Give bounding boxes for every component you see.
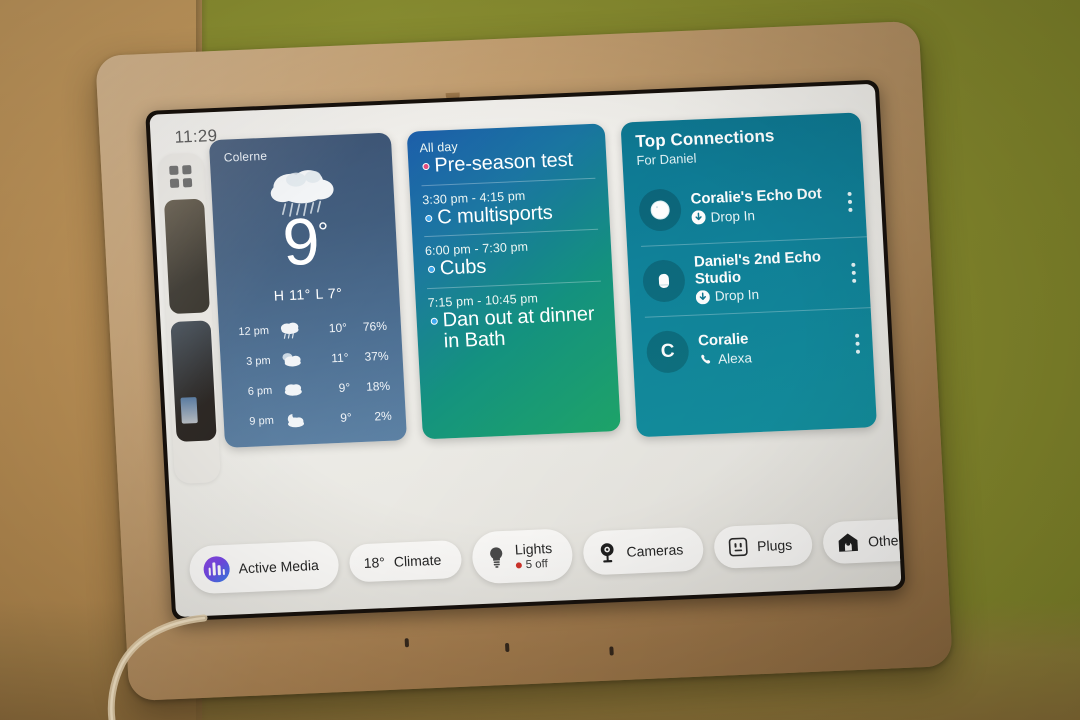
light-bulb-icon xyxy=(489,547,503,568)
letter-avatar: C xyxy=(645,329,690,374)
chip-cameras[interactable]: Cameras xyxy=(582,526,705,576)
calendar-card[interactable]: All day Pre-season test 3:30 pm - 4:15 p… xyxy=(406,123,621,440)
chip-label: Lights xyxy=(514,540,553,558)
hourly-forecast-list: 12 pm 10° 76% 3 pm 11° 37% 6 pm 9° 18% 9… xyxy=(228,311,396,438)
status-dot xyxy=(515,561,522,569)
chip-active-media[interactable]: Active Media xyxy=(188,540,340,595)
photo-widget-card[interactable] xyxy=(170,320,217,442)
chip-label: Active Media xyxy=(238,556,320,577)
rain-icon xyxy=(269,320,312,340)
connection-action-label: Drop In xyxy=(710,207,756,225)
weather-high-low: H 11° L 7° xyxy=(273,284,343,304)
smart-display-device: 11:29 Colerne 9° H 11° L 7° 12 pm 10° 76… xyxy=(145,79,906,622)
partly-cloudy-icon xyxy=(270,350,313,370)
calendar-event[interactable]: All day Pre-season test xyxy=(419,134,595,185)
chip-status-label: 5 off xyxy=(525,557,549,571)
hourly-precip: 76% xyxy=(362,318,388,334)
connection-action-label: Alexa xyxy=(717,350,753,367)
event-title: Cubs xyxy=(439,255,487,280)
mount-screw xyxy=(609,646,614,656)
chip-lights[interactable]: Lights 5 off xyxy=(470,528,574,584)
event-title: Pre-season test xyxy=(433,148,574,177)
calendar-event[interactable]: 3:30 pm - 4:15 pm C multisports xyxy=(421,177,599,237)
connection-name: Daniel's 2nd Echo Studio xyxy=(693,247,822,288)
power-cable xyxy=(107,614,208,720)
echo-studio-icon xyxy=(641,259,687,303)
connection-info: Daniel's 2nd Echo Studio Drop In xyxy=(694,248,849,305)
hourly-precip: 2% xyxy=(374,408,393,424)
chip-status: 5 off xyxy=(515,557,553,571)
hourly-time: 9 pm xyxy=(249,414,275,428)
hourly-temp: 11° xyxy=(330,350,349,366)
wall-mount-frame: 11:29 Colerne 9° H 11° L 7° 12 pm 10° 76… xyxy=(95,20,953,702)
event-color-dot xyxy=(430,317,438,325)
photo-widget-card[interactable] xyxy=(163,198,210,315)
weather-temperature: 9° xyxy=(280,203,329,280)
home-icon xyxy=(838,533,858,552)
chip-label: Cameras xyxy=(626,541,684,560)
hourly-time: 3 pm xyxy=(245,354,271,368)
device-shortcut-bar: Active Media 18° Climate Lights 5 off Ca… xyxy=(182,502,902,608)
chip-label: Plugs xyxy=(756,536,793,555)
calendar-event[interactable]: 7:15 pm - 10:45 pm Dan out at dinner in … xyxy=(426,280,605,361)
screen[interactable]: 11:29 Colerne 9° H 11° L 7° 12 pm 10° 76… xyxy=(149,83,902,618)
hourly-temp: 9° xyxy=(339,410,353,425)
hourly-row: 9 pm 9° 2% xyxy=(233,401,396,438)
chip-other[interactable]: Other xyxy=(821,518,902,565)
weather-card[interactable]: Colerne 9° H 11° L 7° 12 pm 10° 76% 3 pm… xyxy=(208,132,408,448)
widget-row: Colerne 9° H 11° L 7° 12 pm 10° 76% 3 pm… xyxy=(208,112,894,470)
connection-action-label: Drop In xyxy=(714,287,760,305)
hourly-time: 12 pm xyxy=(238,324,270,339)
cloudy-icon xyxy=(272,380,315,400)
photo-scene: 11:29 Colerne 9° H 11° L 7° 12 pm 10° 76… xyxy=(0,0,1080,720)
status-clock: 11:29 xyxy=(174,125,218,147)
media-equalizer-icon xyxy=(202,555,231,583)
echo-dot-icon xyxy=(638,188,683,232)
top-connections-card[interactable]: Top Connections For Daniel Coralie's Ech… xyxy=(620,112,878,438)
event-color-dot xyxy=(425,214,433,222)
connection-row[interactable]: C Coralie Alexa xyxy=(644,307,875,388)
connections-list: Coralie's Echo Dot Drop In Daniel's 2nd … xyxy=(637,166,875,388)
hourly-temp: 9° xyxy=(338,380,351,395)
phone-icon xyxy=(701,355,711,364)
weather-location: Colerne xyxy=(223,148,268,165)
apps-grid-icon[interactable] xyxy=(169,165,193,188)
power-outlet-icon xyxy=(728,537,748,557)
chip-climate[interactable]: 18° Climate xyxy=(348,539,463,583)
drop-in-icon xyxy=(695,290,710,305)
temperature-value: 18° xyxy=(363,554,386,572)
drop-in-icon xyxy=(691,210,706,225)
chip-text-group: Lights 5 off xyxy=(514,540,553,571)
hourly-time: 6 pm xyxy=(247,384,273,398)
mount-screw xyxy=(504,642,510,653)
connection-info: Coralie Alexa xyxy=(698,327,852,367)
hourly-precip: 18% xyxy=(365,378,391,394)
chip-label: Other xyxy=(867,531,902,550)
kebab-menu-icon[interactable] xyxy=(850,333,865,354)
connection-row[interactable]: Coralie's Echo Dot Drop In xyxy=(637,166,867,246)
camera-icon xyxy=(600,543,614,563)
calendar-event[interactable]: 6:00 pm - 7:30 pm Cubs xyxy=(424,228,601,288)
kebab-menu-icon[interactable] xyxy=(842,191,857,213)
chip-label: Climate xyxy=(393,551,442,570)
hourly-temp: 10° xyxy=(328,320,348,336)
connection-info: Coralie's Echo Dot Drop In xyxy=(690,185,844,225)
hourly-precip: 37% xyxy=(364,348,389,364)
night-cloudy-icon xyxy=(273,410,316,430)
chip-plugs[interactable]: Plugs xyxy=(713,522,814,570)
event-title: Dan out at dinner in Bath xyxy=(442,302,595,353)
mount-screw xyxy=(404,638,410,648)
connection-row[interactable]: Daniel's 2nd Echo Studio Drop In xyxy=(641,236,871,317)
kebab-menu-icon[interactable] xyxy=(846,262,861,284)
